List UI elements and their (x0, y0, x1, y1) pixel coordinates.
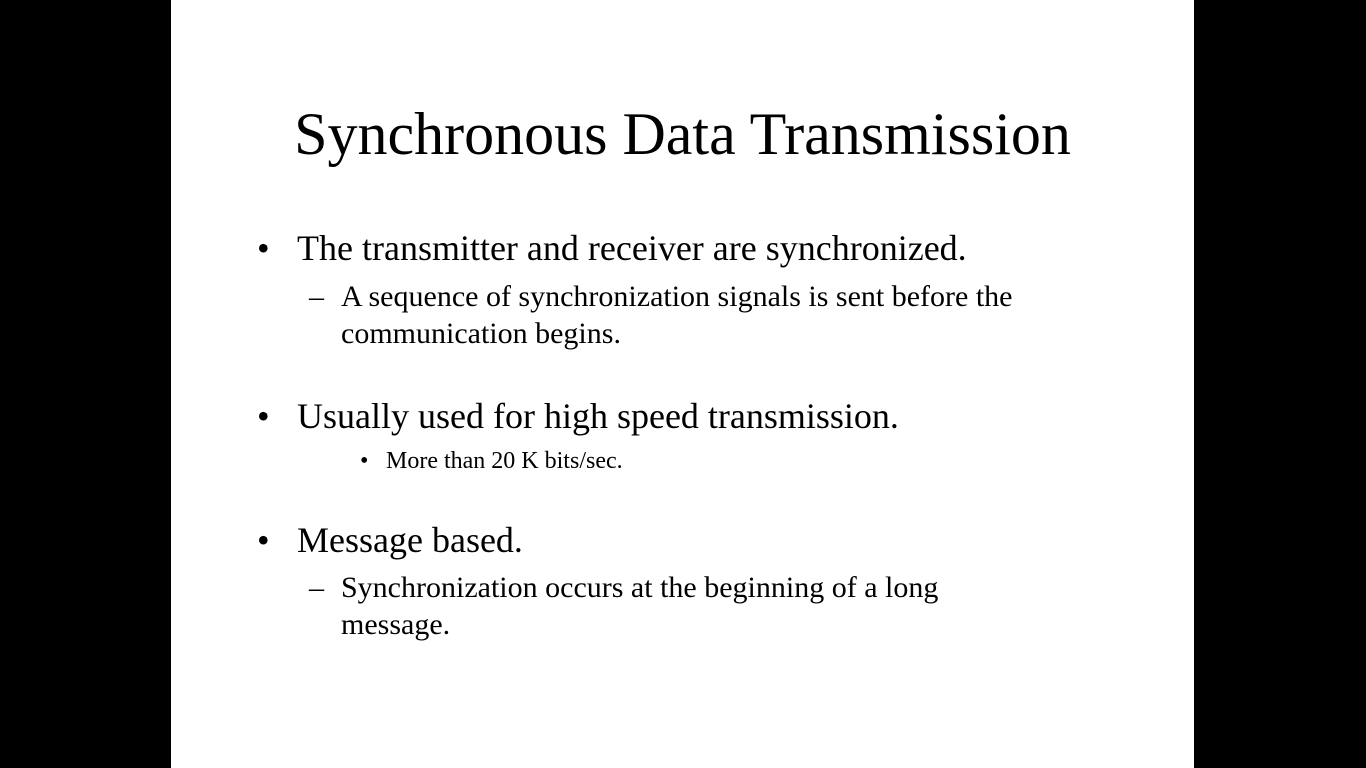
presentation-viewer: Synchronous Data Transmission • The tran… (0, 0, 1366, 768)
bullet-text: The transmitter and receiver are synchro… (297, 228, 967, 268)
bullet-text: Message based. (297, 520, 523, 560)
bullet-item: • The transmitter and receiver are synch… (257, 226, 1157, 270)
dash-marker: – (309, 280, 324, 313)
slide-title: Synchronous Data Transmission (294, 101, 1071, 167)
sub-bullet-text-line: message. (341, 608, 451, 641)
dash-marker: – (309, 571, 324, 604)
bullet-marker: • (360, 448, 369, 474)
bullet-text: Usually used for high speed transmission… (297, 396, 899, 436)
bullet-marker: • (257, 228, 270, 268)
bullet-item: • Message based. (257, 518, 1157, 562)
sub-bullet-text-line: Synchronization occurs at the beginning … (341, 571, 939, 604)
bullet-item: • Usually used for high speed transmissi… (257, 394, 1157, 438)
bullet-marker: • (257, 396, 270, 436)
slide: Synchronous Data Transmission • The tran… (171, 0, 1194, 768)
sub-bullet-text-line: More than 20 K bits/sec. (386, 448, 623, 474)
sub-bullet-text-line: communication begins. (341, 317, 621, 350)
sub-bullet-text-line: A sequence of synchronization signals is… (341, 280, 1013, 313)
sub-bullet-item: • More than 20 K bits/sec. (360, 446, 1060, 476)
sub-bullet-item: – A sequence of synchronization signals … (309, 278, 1169, 352)
sub-bullet-item: – Synchronization occurs at the beginnin… (309, 569, 1169, 643)
bullet-marker: • (257, 520, 270, 560)
